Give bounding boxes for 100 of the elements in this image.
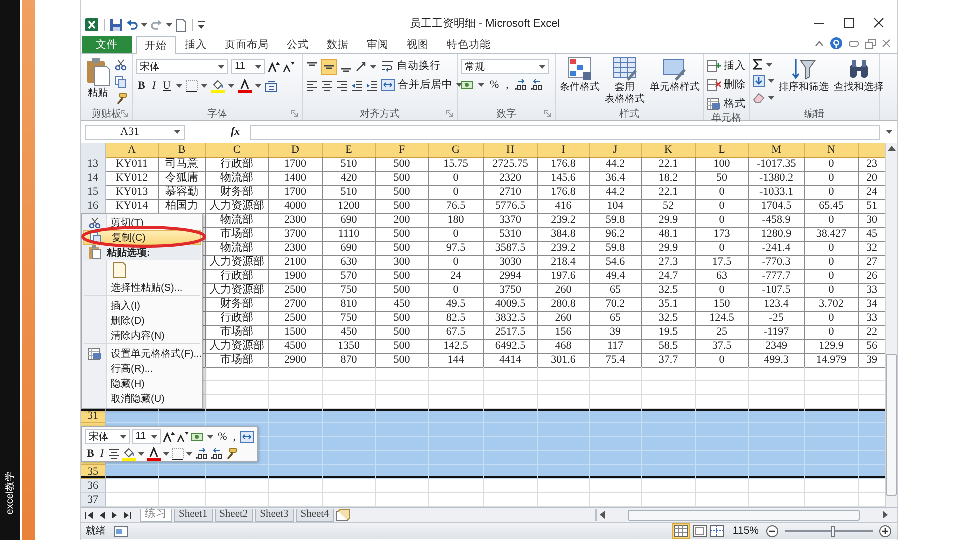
- slider-thumb[interactable]: [831, 526, 836, 536]
- ribbon-tab[interactable]: 页面布局: [216, 36, 278, 53]
- fill-color-icon[interactable]: [210, 79, 225, 93]
- align-right-icon[interactable]: [336, 80, 348, 92]
- menu-item[interactable]: 插入(I): [83, 298, 201, 313]
- column-header[interactable]: L: [696, 143, 749, 158]
- insert-sheet-icon[interactable]: [336, 509, 350, 521]
- menu-item[interactable]: 行高(R)...: [83, 361, 201, 376]
- row-header[interactable]: 36: [81, 479, 106, 493]
- ribbon-tab[interactable]: 特色功能: [438, 36, 500, 53]
- save-icon[interactable]: [110, 18, 123, 32]
- fill-color-icon[interactable]: [122, 447, 136, 461]
- close-icon[interactable]: [873, 17, 886, 29]
- sheet-tab[interactable]: 练习: [140, 508, 172, 522]
- merge-center-icon[interactable]: [240, 430, 254, 442]
- decrease-indent-icon[interactable]: [351, 80, 363, 92]
- excel-logo-icon[interactable]: [85, 18, 99, 32]
- caret-icon[interactable]: [186, 452, 194, 456]
- cells-button[interactable]: 插入: [707, 59, 746, 73]
- currency-icon[interactable]: [461, 79, 475, 91]
- caret-icon[interactable]: [254, 84, 262, 88]
- currency-icon[interactable]: [191, 430, 206, 442]
- menu-item[interactable]: 删除(D): [83, 313, 201, 328]
- menu-item[interactable]: 清除内容(N): [83, 328, 201, 343]
- caret-icon[interactable]: [176, 84, 183, 88]
- column-header[interactable]: I: [538, 143, 590, 158]
- underline-button[interactable]: U: [161, 80, 173, 92]
- zoom-in-icon[interactable]: [879, 524, 892, 538]
- fill-down-icon[interactable]: [753, 75, 765, 87]
- caret-icon[interactable]: [768, 79, 775, 83]
- decimal-decrease-icon[interactable]: [210, 448, 224, 460]
- font-shrink-icon[interactable]: [283, 60, 295, 72]
- column-header[interactable]: F: [376, 143, 429, 158]
- scroll-right-icon[interactable]: [883, 511, 888, 519]
- menu-item[interactable]: 隐藏(H): [83, 376, 201, 391]
- border-icon[interactable]: [186, 80, 198, 92]
- italic-button[interactable]: I: [98, 448, 106, 460]
- cells-button[interactable]: 格式: [707, 97, 746, 111]
- scroll-thumb[interactable]: [886, 354, 897, 496]
- percent-button[interactable]: %: [216, 430, 230, 442]
- new-file-icon[interactable]: [176, 18, 187, 32]
- help-icon[interactable]: [830, 37, 843, 50]
- decimal-increase-icon[interactable]: [195, 448, 208, 460]
- caret-icon[interactable]: [768, 96, 775, 100]
- cells-button[interactable]: 删除: [707, 78, 746, 92]
- style-button[interactable]: 单元格样式: [649, 56, 701, 94]
- phonetic-guide-icon[interactable]: [264, 80, 278, 92]
- ribbon-tab[interactable]: 公式: [278, 36, 318, 53]
- column-header[interactable]: D: [269, 143, 323, 158]
- ribbon-tab[interactable]: 审阅: [358, 36, 398, 53]
- column-header[interactable]: J: [590, 143, 642, 158]
- column-header[interactable]: H: [484, 143, 538, 158]
- name-box[interactable]: A31: [85, 124, 185, 140]
- caret-icon[interactable]: [886, 130, 893, 134]
- percent-button[interactable]: %: [488, 79, 502, 91]
- number-format-field[interactable]: 常规: [461, 59, 549, 74]
- caret-icon[interactable]: [478, 83, 485, 87]
- font-color-icon[interactable]: [147, 447, 162, 461]
- format-painter-icon[interactable]: [225, 448, 238, 460]
- caret-icon[interactable]: [370, 65, 377, 69]
- font-shrink-icon[interactable]: [177, 430, 190, 442]
- caret-icon[interactable]: [166, 23, 173, 27]
- comma-button[interactable]: ,: [231, 430, 238, 442]
- ribbon-tab[interactable]: 视图: [398, 36, 438, 53]
- row-header[interactable]: 15: [81, 185, 106, 200]
- increase-indent-icon[interactable]: [366, 80, 378, 92]
- caret-icon[interactable]: [138, 452, 146, 456]
- menu-item[interactable]: 选择性粘贴(S)...: [83, 280, 201, 295]
- font-size-field[interactable]: 11: [132, 429, 162, 444]
- orientation-icon[interactable]: [355, 61, 367, 73]
- align-center-icon[interactable]: [108, 448, 120, 460]
- sheet-tab[interactable]: Sheet1: [174, 508, 213, 522]
- maximize-icon[interactable]: [843, 17, 856, 29]
- paste-option-button[interactable]: [111, 260, 129, 280]
- decimal-decrease-icon[interactable]: [530, 79, 543, 91]
- merge-center-button[interactable]: 合并后居中: [381, 78, 463, 92]
- row-header[interactable]: 14: [81, 171, 106, 186]
- horizontal-scrollbar[interactable]: [595, 509, 891, 521]
- edit-button[interactable]: 排序和筛选: [778, 56, 830, 94]
- row-header[interactable]: 31: [81, 409, 106, 423]
- bold-button[interactable]: B: [136, 80, 148, 92]
- small-close-icon[interactable]: [882, 39, 891, 48]
- paste-button[interactable]: 粘贴: [84, 56, 112, 100]
- scroll-up-icon[interactable]: [888, 146, 896, 151]
- row-header[interactable]: 13: [81, 157, 106, 172]
- undo-icon[interactable]: [126, 19, 138, 31]
- caret-icon[interactable]: [200, 84, 208, 88]
- insert-function-button[interactable]: fx: [231, 126, 240, 138]
- row-header[interactable]: 37: [81, 493, 106, 507]
- file-tab[interactable]: 文件: [82, 36, 132, 53]
- small-minimize-icon[interactable]: [849, 40, 859, 46]
- border-icon[interactable]: [172, 448, 184, 460]
- bold-button[interactable]: B: [85, 448, 96, 460]
- style-button[interactable]: 条件格式: [559, 56, 601, 94]
- first-sheet-icon[interactable]: [85, 510, 94, 520]
- column-header[interactable]: E: [323, 143, 376, 158]
- format-painter-icon[interactable]: [115, 93, 127, 105]
- zoom-level[interactable]: 115%: [732, 525, 759, 537]
- font-color-icon[interactable]: [238, 79, 252, 93]
- caret-icon[interactable]: [766, 62, 773, 66]
